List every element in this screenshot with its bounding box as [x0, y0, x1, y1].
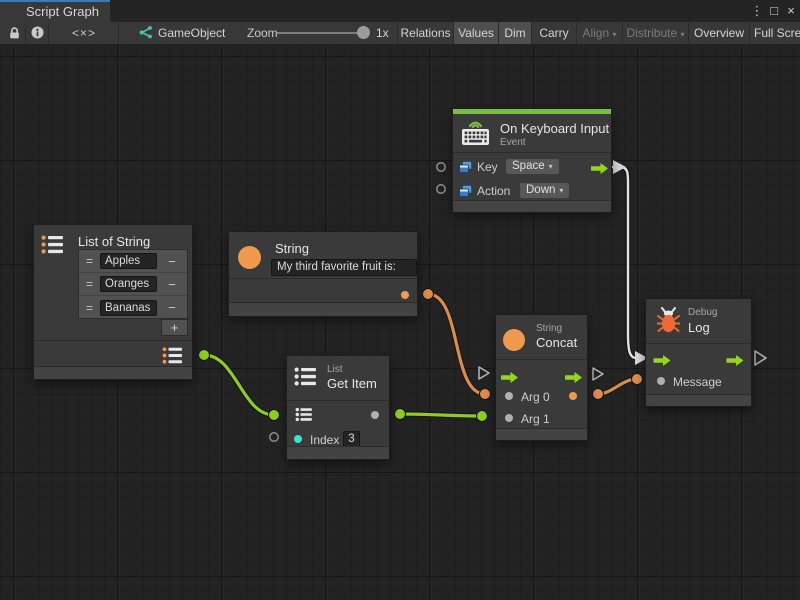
variable-icon: [459, 160, 472, 178]
node-title: Get Item: [327, 376, 377, 391]
fullscreen-button[interactable]: Full Screen: [749, 22, 800, 44]
node-list-of-string[interactable]: List of String = Apples − = Oranges − = …: [33, 224, 193, 380]
drag-handle[interactable]: =: [79, 277, 100, 291]
tab-strip: Script Graph ⋮ □ ×: [0, 0, 800, 22]
trigger-output-arrow-icon[interactable]: [591, 161, 608, 179]
chevron-down-icon: ▾: [549, 159, 553, 174]
string-list-widget: = Apples − = Oranges − = Bananas −: [78, 249, 188, 319]
node-string-concat[interactable]: String Concat Arg 0 Arg 1: [495, 314, 588, 441]
chevron-down-icon: ▾: [559, 183, 563, 198]
remove-item-button[interactable]: −: [157, 300, 187, 315]
arg0-label: Arg 0: [521, 390, 550, 404]
node-title: String: [275, 241, 309, 256]
node-footer: [34, 366, 192, 379]
key-port-label: Key: [477, 160, 498, 174]
overview-button[interactable]: Overview: [688, 22, 749, 44]
node-title: Log: [688, 320, 710, 335]
arg1-label: Arg 1: [521, 412, 550, 426]
carry-button[interactable]: Carry: [531, 22, 576, 44]
node-category: List: [327, 364, 343, 375]
list-item-row: = Bananas −: [79, 296, 187, 319]
script-graph-window: Script Graph ⋮ □ × <×> GameObject Zoom 1…: [0, 0, 800, 600]
graph-toolbar: <×> GameObject Zoom 1x Relations Values …: [0, 22, 800, 45]
chevron-down-icon: ▾: [613, 30, 617, 39]
node-on-keyboard-input[interactable]: On Keyboard Input Event Key Space ▾ Acti…: [452, 108, 612, 213]
node-footer: [646, 394, 751, 406]
list-icon: [294, 366, 318, 392]
list-item-field[interactable]: Oranges: [100, 276, 157, 292]
result-output-dot[interactable]: [569, 392, 577, 400]
list-item-row: = Apples −: [79, 250, 187, 273]
exit-arrow-icon[interactable]: [565, 370, 582, 388]
string-output-dot[interactable]: [401, 291, 409, 299]
remove-item-button[interactable]: −: [157, 277, 187, 292]
list-input-icon[interactable]: [295, 407, 313, 427]
node-title: List of String: [78, 234, 150, 249]
window-menu-icon[interactable]: ⋮: [749, 0, 765, 22]
distribute-dropdown-button[interactable]: Distribute ▾: [622, 22, 688, 44]
enter-arrow-icon[interactable]: [653, 353, 671, 371]
index-label: Index: [310, 433, 339, 447]
enter-arrow-icon[interactable]: [501, 370, 518, 388]
index-input-dot[interactable]: [294, 435, 302, 443]
list-item-field[interactable]: Apples: [100, 253, 157, 269]
exit-arrow-icon[interactable]: [726, 353, 744, 371]
node-string-literal[interactable]: String My third favorite fruit is:: [228, 231, 418, 317]
node-footer: [229, 302, 417, 316]
gameobject-label[interactable]: GameObject: [158, 22, 225, 44]
tab-title: Script Graph: [26, 4, 99, 19]
node-title: On Keyboard Input: [500, 121, 609, 136]
zoom-slider-knob[interactable]: [357, 26, 370, 39]
arg0-input-dot[interactable]: [505, 392, 513, 400]
message-input-dot[interactable]: [657, 377, 665, 385]
action-port-label: Action: [477, 184, 510, 198]
action-dropdown[interactable]: Down ▾: [520, 183, 569, 198]
arg1-input-dot[interactable]: [505, 414, 513, 422]
string-value-field[interactable]: My third favorite fruit is:: [271, 259, 417, 276]
list-item-field[interactable]: Bananas: [100, 300, 157, 316]
close-icon[interactable]: ×: [783, 0, 799, 22]
zoom-value: 1x: [376, 22, 389, 44]
node-subtitle: Event: [500, 137, 526, 148]
zoom-slider-track[interactable]: [277, 32, 365, 34]
keyboard-icon: [460, 118, 491, 153]
node-footer: [496, 428, 587, 440]
string-type-icon: [238, 246, 261, 269]
zoom-label: Zoom: [247, 22, 278, 44]
message-label: Message: [673, 375, 722, 389]
chevron-down-icon: ▾: [681, 30, 685, 39]
info-icon[interactable]: [31, 26, 44, 42]
dim-button[interactable]: Dim: [498, 22, 531, 44]
drag-handle[interactable]: =: [79, 301, 100, 315]
remove-item-button[interactable]: −: [157, 254, 187, 269]
key-dropdown[interactable]: Space ▾: [506, 159, 559, 174]
node-debug-log[interactable]: Debug Log Message: [645, 298, 752, 407]
node-title: Concat: [536, 335, 577, 350]
lock-icon[interactable]: [8, 26, 21, 43]
align-dropdown-button[interactable]: Align ▾: [576, 22, 622, 44]
node-list-get-item[interactable]: List Get Item Index 3: [286, 355, 390, 460]
bug-icon: [657, 307, 680, 339]
maximize-icon[interactable]: □: [766, 0, 782, 22]
node-category: String: [536, 323, 562, 334]
list-icon: [41, 234, 65, 260]
tab-script-graph[interactable]: Script Graph: [0, 0, 110, 22]
list-item-row: = Oranges −: [79, 273, 187, 296]
drag-handle[interactable]: =: [79, 254, 100, 268]
node-footer: [453, 200, 611, 212]
code-icon[interactable]: <×>: [72, 22, 96, 44]
values-button[interactable]: Values: [453, 22, 498, 44]
node-footer: [287, 446, 389, 459]
event-accent-bar: [453, 109, 611, 114]
add-item-button[interactable]: +: [161, 319, 188, 336]
node-category: Debug: [688, 307, 717, 318]
string-type-icon: [503, 329, 525, 351]
relations-button[interactable]: Relations: [397, 22, 453, 44]
item-output-dot[interactable]: [371, 411, 379, 419]
script-graph-asset-icon: [138, 25, 153, 43]
